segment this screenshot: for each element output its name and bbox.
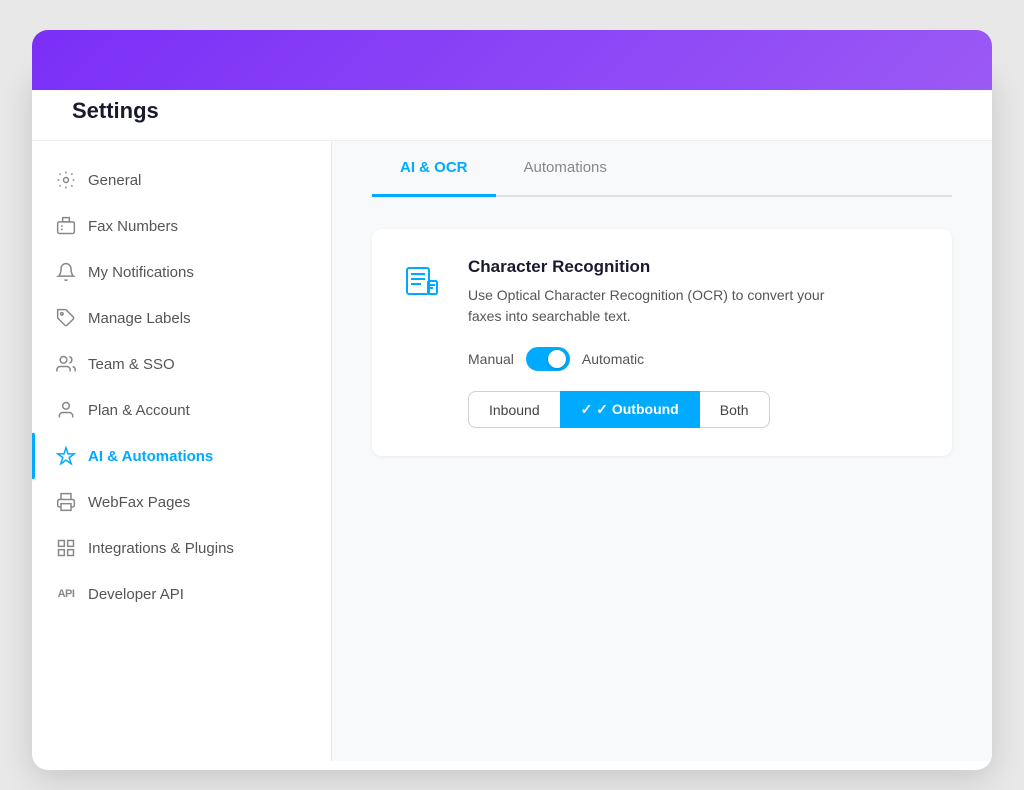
checkmark-icon: ✓ [596,401,612,417]
tabs-bar: AI & OCR Automations [372,141,952,197]
section-description: Use Optical Character Recognition (OCR) … [468,285,848,327]
sidebar-item-fax-numbers[interactable]: Fax Numbers [32,203,331,249]
sidebar-item-my-notifications[interactable]: My Notifications [32,249,331,295]
sidebar-item-webfax-label: WebFax Pages [88,494,190,511]
content-area: General Fax Numbers [32,141,992,761]
sidebar-item-team-sso[interactable]: Team & SSO [32,341,331,387]
grid-icon [56,538,76,558]
sidebar-item-general-label: General [88,172,141,189]
sidebar-item-integrations[interactable]: Integrations & Plugins [32,525,331,571]
sidebar-item-ai-automations[interactable]: AI & Automations [32,433,331,479]
main-panel: AI & OCR Automations [332,141,992,761]
sidebar-item-api-label: Developer API [88,586,184,603]
section-title: Character Recognition [468,257,924,277]
character-recognition-section: Character Recognition Use Optical Charac… [372,229,952,456]
sidebar-item-manage-labels[interactable]: Manage Labels [32,295,331,341]
sidebar-item-team-label: Team & SSO [88,356,175,373]
page-title: Settings [72,98,952,124]
character-recognition-body: Character Recognition Use Optical Charac… [468,257,924,428]
sidebar-item-ai-label: AI & Automations [88,448,213,465]
both-button[interactable]: Both [699,391,770,428]
toggle-thumb [548,350,566,368]
fax-icon [56,216,76,236]
sidebar-item-fax-label: Fax Numbers [88,218,178,235]
outbound-button[interactable]: ✓ Outbound [560,391,700,428]
sidebar: General Fax Numbers [32,141,332,761]
print-icon [56,492,76,512]
ocr-icon [400,259,444,303]
team-icon [56,354,76,374]
label-icon [56,308,76,328]
sidebar-item-plan-label: Plan & Account [88,402,190,419]
gear-icon [56,170,76,190]
toggle-manual-label: Manual [468,351,514,367]
app-wrapper: Settings General [32,30,992,770]
sidebar-item-labels-label: Manage Labels [88,310,191,327]
toggle-automatic-label: Automatic [582,351,644,367]
tab-automations[interactable]: Automations [496,141,635,197]
sidebar-item-webfax-pages[interactable]: WebFax Pages [32,479,331,525]
person-icon [56,400,76,420]
sidebar-item-plan-account[interactable]: Plan & Account [32,387,331,433]
sidebar-item-general[interactable]: General [32,157,331,203]
api-icon: API [56,584,76,604]
inbound-button[interactable]: Inbound [468,391,561,428]
sidebar-item-developer-api[interactable]: API Developer API [32,571,331,617]
direction-button-group: Inbound ✓ Outbound Both [468,391,924,428]
ocr-toggle[interactable] [526,347,570,371]
top-bar [32,30,992,90]
toggle-row: Manual Automatic [468,347,924,371]
sparkle-icon [56,446,76,466]
main-card: Settings General [32,70,992,770]
bell-icon [56,262,76,282]
sidebar-item-integrations-label: Integrations & Plugins [88,540,234,557]
tab-ai-ocr[interactable]: AI & OCR [372,141,496,197]
sidebar-item-notifications-label: My Notifications [88,264,194,281]
